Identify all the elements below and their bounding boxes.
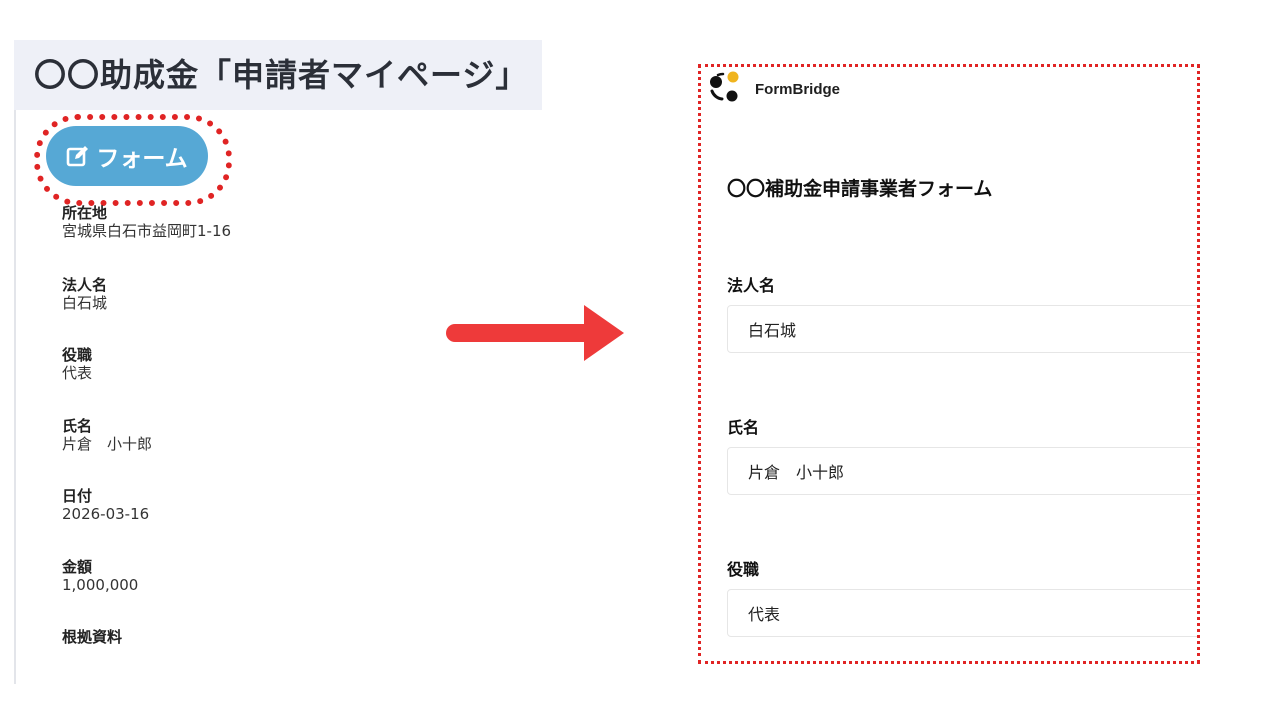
edit-icon bbox=[66, 144, 90, 168]
form-button-label: フォーム bbox=[96, 146, 188, 172]
field-label: 金額 bbox=[62, 558, 93, 576]
position-field[interactable]: 代表 bbox=[727, 589, 1197, 637]
field-value: 代表 bbox=[62, 364, 93, 382]
field-label: 所在地 bbox=[62, 204, 108, 222]
mypage-header: 〇〇助成金「申請者マイページ」 bbox=[14, 40, 542, 110]
name-field[interactable]: 片倉 小十郎 bbox=[727, 447, 1197, 495]
field-value: 2026-03-16 bbox=[62, 505, 150, 523]
field-label: 根拠資料 bbox=[62, 628, 123, 646]
formbridge-logo-icon bbox=[707, 71, 741, 107]
field-value: 宮城県白石市益岡町1-16 bbox=[62, 222, 232, 240]
info-field-name: 氏名 片倉 小十郎 bbox=[62, 417, 152, 454]
name-value: 片倉 小十郎 bbox=[748, 463, 845, 482]
brand-name: FormBridge bbox=[755, 80, 841, 98]
position-value: 代表 bbox=[748, 605, 781, 624]
arrow-right-icon bbox=[440, 303, 626, 367]
field-label: 日付 bbox=[62, 487, 93, 505]
brand-header: FormBridge bbox=[707, 71, 840, 107]
field-value: 白石城 bbox=[62, 294, 108, 312]
field-value: 1,000,000 bbox=[62, 576, 139, 594]
info-field-amount: 金額 1,000,000 bbox=[62, 558, 138, 595]
form-button[interactable]: フォーム bbox=[46, 126, 208, 186]
formbridge-form-panel: FormBridge 〇〇補助金申請事業者フォーム 法人名 白石城 氏名 片倉 … bbox=[698, 64, 1200, 664]
info-field-date: 日付 2026-03-16 bbox=[62, 487, 149, 524]
form-title: 〇〇補助金申請事業者フォーム bbox=[727, 178, 993, 200]
label-name: 氏名 bbox=[727, 418, 760, 437]
label-position: 役職 bbox=[727, 560, 760, 579]
info-field-address: 所在地 宮城県白石市益岡町1-16 bbox=[62, 204, 231, 241]
label-company-name: 法人名 bbox=[727, 276, 776, 295]
company-name-field[interactable]: 白石城 bbox=[727, 305, 1197, 353]
mypage-body: フォーム 所在地 宮城県白石市益岡町1-16 法人名 白石城 役職 代表 氏名 … bbox=[14, 110, 544, 684]
info-field-company-name: 法人名 白石城 bbox=[62, 276, 107, 313]
page-title: 〇〇助成金「申請者マイページ」 bbox=[34, 56, 529, 94]
info-field-evidence: 根拠資料 bbox=[62, 628, 122, 646]
field-value: 片倉 小十郎 bbox=[62, 435, 153, 453]
field-label: 法人名 bbox=[62, 276, 108, 294]
field-label: 氏名 bbox=[62, 417, 93, 435]
field-label: 役職 bbox=[62, 346, 93, 364]
company-name-value: 白石城 bbox=[748, 321, 797, 340]
info-field-position: 役職 代表 bbox=[62, 346, 92, 383]
